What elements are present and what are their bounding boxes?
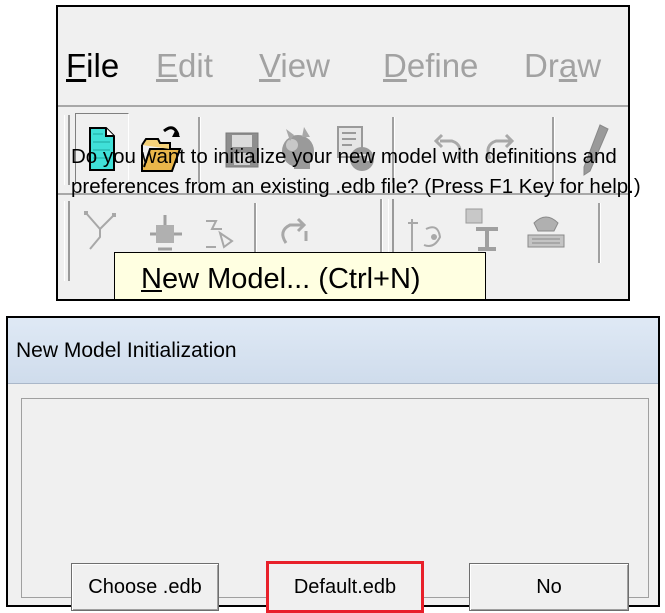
- property-icon: [465, 208, 498, 251]
- draw-frame-icon: [84, 211, 116, 250]
- new-model-tooltip: New Model... (Ctrl+N): [114, 252, 486, 299]
- assign-button[interactable]: [144, 207, 186, 257]
- restraint-button[interactable]: [198, 207, 240, 257]
- refresh-icon: [281, 217, 308, 244]
- dialog-message: Do you want to initialize your new model…: [71, 142, 641, 202]
- dialog-message-line-2: preferences from an existing .edb file? …: [71, 175, 641, 198]
- keyboard-icon: [527, 216, 565, 248]
- toolbar-grip[interactable]: [64, 201, 70, 281]
- menu-file[interactable]: File: [66, 46, 119, 86]
- dialog-message-line-1: Do you want to initialize your new model…: [71, 145, 617, 168]
- property-button[interactable]: [458, 203, 508, 257]
- refresh-button[interactable]: [272, 207, 316, 257]
- toolbar-grip[interactable]: [64, 115, 70, 185]
- default-edb-button[interactable]: Default.edb: [266, 561, 424, 613]
- restraint-icon: [206, 220, 234, 249]
- no-button[interactable]: No: [469, 563, 629, 611]
- draw-frame-button[interactable]: [80, 207, 124, 257]
- choose-edb-button[interactable]: Choose .edb: [71, 563, 219, 611]
- dialog-title-bar: New Model Initialization: [8, 318, 658, 384]
- toolbar-separator: [598, 203, 601, 263]
- menu-define[interactable]: Define: [383, 46, 478, 86]
- section-button[interactable]: [404, 207, 450, 257]
- dialog-title: New Model Initialization: [16, 339, 237, 362]
- menu-draw[interactable]: Draw: [524, 46, 601, 86]
- menu-view[interactable]: View: [259, 46, 330, 86]
- keyboard-button[interactable]: [520, 205, 572, 259]
- assign-icon: [150, 215, 182, 251]
- menu-edit[interactable]: Edit: [156, 46, 213, 86]
- section-icon: [408, 219, 442, 251]
- menu-bar: File Edit View Define Draw: [58, 7, 628, 107]
